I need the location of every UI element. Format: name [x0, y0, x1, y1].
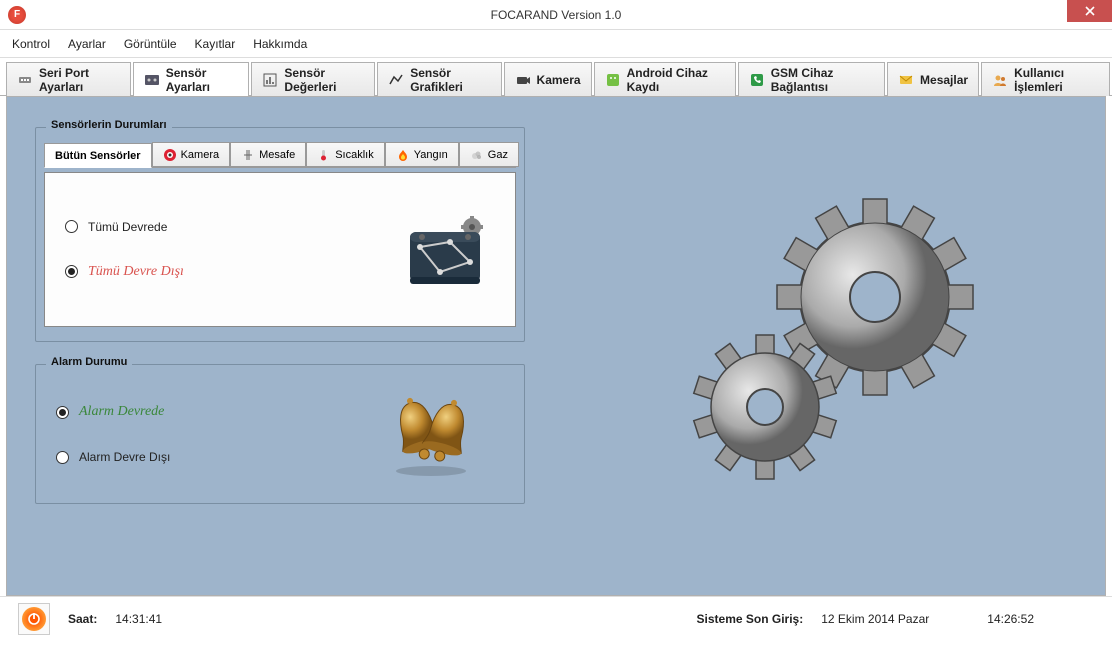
tab-mesajlar[interactable]: Mesajlar: [887, 62, 979, 96]
tab-label: Sensör Değerleri: [284, 66, 364, 94]
subtab-label: Sıcaklık: [335, 149, 374, 161]
tab-label: Mesajlar: [920, 73, 968, 87]
radio-label: Alarm Devrede: [79, 404, 164, 420]
tab-gsm[interactable]: GSM Cihaz Bağlantısı: [738, 62, 885, 96]
close-button[interactable]: [1067, 0, 1112, 22]
content-panel: Sensörlerin Durumları Bütün Sensörler Ka…: [6, 96, 1106, 596]
camera-icon: [515, 72, 531, 88]
subtab-label: Kamera: [181, 149, 220, 161]
radio-icon: [56, 451, 69, 464]
time-label: Saat:: [68, 612, 97, 626]
tab-label: Android Cihaz Kaydı: [627, 66, 725, 94]
device-image: [400, 207, 495, 292]
power-icon: [22, 607, 46, 631]
tab-seri-port[interactable]: Seri Port Ayarları: [6, 62, 131, 96]
camera-icon: [163, 148, 177, 162]
chart-icon: [388, 72, 404, 88]
tab-kamera[interactable]: Kamera: [504, 62, 592, 96]
sensor-inner-panel: Tümü Devrede Tümü Devre Dışı: [44, 172, 516, 327]
sensor-radio-group: Tümü Devrede Tümü Devre Dışı: [65, 220, 184, 280]
tab-sensor-ayarlari[interactable]: Sensör Ayarları: [133, 62, 250, 96]
alarm-status-group: Alarm Durumu Alarm Devrede Alarm Devre D…: [35, 364, 525, 504]
radio-icon: [65, 220, 78, 233]
menu-goruntule[interactable]: Görüntüle: [124, 37, 177, 51]
tab-sensor-grafikleri[interactable]: Sensör Grafikleri: [377, 62, 501, 96]
sensor-subtabs: Bütün Sensörler Kamera Mesafe Sıcaklık Y…: [44, 142, 516, 168]
radio-label: Tümü Devre Dışı: [88, 264, 184, 280]
subtab-gaz[interactable]: Gaz: [459, 142, 519, 167]
subtab-yangin[interactable]: Yangın: [385, 142, 459, 167]
app-icon: F: [8, 6, 26, 24]
radio-label: Alarm Devre Dışı: [79, 450, 170, 464]
radio-all-off[interactable]: Tümü Devre Dışı: [65, 264, 184, 280]
radio-alarm-off[interactable]: Alarm Devre Dışı: [56, 450, 170, 464]
titlebar: F FOCARAND Version 1.0: [0, 0, 1112, 30]
tab-label: Sensör Ayarları: [166, 66, 239, 94]
login-date: 12 Ekim 2014 Pazar: [821, 612, 929, 626]
subtab-kamera[interactable]: Kamera: [152, 142, 231, 167]
subtab-label: Mesafe: [259, 149, 295, 161]
gears-image: [685, 177, 1005, 497]
menu-ayarlar[interactable]: Ayarlar: [68, 37, 106, 51]
gas-icon: [470, 148, 484, 162]
distance-icon: [241, 148, 255, 162]
android-icon: [605, 72, 621, 88]
radio-label: Tümü Devrede: [88, 220, 167, 234]
group-title: Sensörlerin Durumları: [46, 119, 172, 131]
group-title: Alarm Durumu: [46, 356, 132, 368]
tab-label: Kamera: [537, 73, 581, 87]
sensor-settings-icon: [144, 72, 160, 88]
tab-label: Seri Port Ayarları: [39, 66, 120, 94]
menu-kayitlar[interactable]: Kayıtlar: [195, 37, 236, 51]
temperature-icon: [317, 148, 331, 162]
users-icon: [992, 72, 1008, 88]
fire-icon: [396, 148, 410, 162]
subtab-label: Yangın: [414, 149, 448, 161]
time-value: 14:31:41: [115, 612, 162, 626]
menu-kontrol[interactable]: Kontrol: [12, 37, 50, 51]
alarm-radio-group: Alarm Devrede Alarm Devre Dışı: [56, 404, 170, 464]
radio-icon: [65, 265, 78, 278]
statusbar: Saat: 14:31:41 Sisteme Son Giriş: 12 Eki…: [0, 596, 1112, 640]
main-tabbar: Seri Port Ayarları Sensör Ayarları Sensö…: [0, 58, 1112, 96]
window-title: FOCARAND Version 1.0: [491, 8, 622, 22]
subtab-label: Bütün Sensörler: [55, 150, 141, 162]
login-label: Sisteme Son Giriş:: [697, 612, 804, 626]
serial-port-icon: [17, 72, 33, 88]
sensor-status-group: Sensörlerin Durumları Bütün Sensörler Ka…: [35, 127, 525, 342]
menubar: Kontrol Ayarlar Görüntüle Kayıtlar Hakkı…: [0, 30, 1112, 58]
radio-alarm-on[interactable]: Alarm Devrede: [56, 404, 170, 420]
tab-sensor-degerleri[interactable]: Sensör Değerleri: [251, 62, 375, 96]
subtab-sicaklik[interactable]: Sıcaklık: [306, 142, 385, 167]
close-icon: [1085, 6, 1095, 16]
radio-icon: [56, 406, 69, 419]
menu-hakkimda[interactable]: Hakkımda: [253, 37, 307, 51]
tab-android[interactable]: Android Cihaz Kaydı: [594, 62, 736, 96]
power-button[interactable]: [18, 603, 50, 635]
tab-label: GSM Cihaz Bağlantısı: [771, 66, 874, 94]
tab-label: Sensör Grafikleri: [410, 66, 490, 94]
radio-all-on[interactable]: Tümü Devrede: [65, 220, 184, 234]
tab-kullanici[interactable]: Kullanıcı İşlemleri: [981, 62, 1110, 96]
subtab-butun[interactable]: Bütün Sensörler: [44, 143, 152, 168]
phone-icon: [749, 72, 765, 88]
login-time: 14:26:52: [987, 612, 1034, 626]
messages-icon: [898, 72, 914, 88]
tab-label: Kullanıcı İşlemleri: [1014, 66, 1099, 94]
subtab-label: Gaz: [488, 149, 508, 161]
bells-image: [379, 389, 484, 479]
subtab-mesafe[interactable]: Mesafe: [230, 142, 306, 167]
sensor-values-icon: [262, 72, 278, 88]
